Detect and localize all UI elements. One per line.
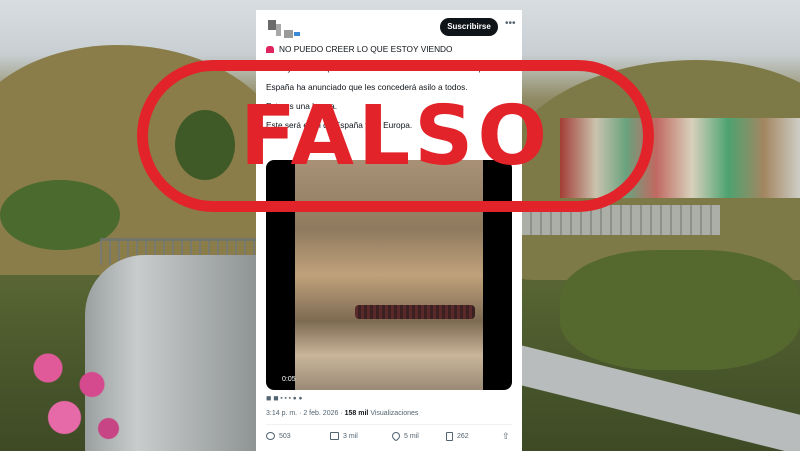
post-timestamp[interactable]: 3:14 p. m. · 2 feb. 2026 · xyxy=(266,410,343,417)
subscribe-button[interactable]: Suscribirse xyxy=(440,18,498,36)
like-count: 5 mil xyxy=(404,432,419,440)
falso-stamp-text: FALSO xyxy=(239,88,552,184)
emoji-reactions: ◼ ◼ ▪ ▪ ▪ ● ● xyxy=(266,395,303,402)
post-line-headline: NO PUEDO CREER LO QUE ESTOY VIENDO xyxy=(279,44,453,54)
pink-flowers xyxy=(15,335,125,445)
share-button[interactable]: ⇧ xyxy=(502,431,510,441)
avatar[interactable] xyxy=(268,18,302,40)
action-bar: 503 3 mil 5 mil 262 ⇧ xyxy=(266,430,512,444)
crowd-on-road xyxy=(355,305,475,319)
like-button[interactable]: 5 mil xyxy=(390,430,419,442)
more-icon[interactable]: ••• xyxy=(505,18,516,29)
repost-count: 3 mil xyxy=(343,432,358,440)
divider xyxy=(266,424,512,425)
views-count: 158 mil xyxy=(344,410,369,417)
reply-icon xyxy=(266,432,275,440)
siren-icon xyxy=(266,46,274,53)
repost-icon xyxy=(330,432,339,440)
bookmark-button[interactable]: 262 xyxy=(446,432,469,441)
reply-button[interactable]: 503 xyxy=(266,432,291,440)
reply-count: 503 xyxy=(279,432,291,440)
views-label: Visualizaciones xyxy=(370,410,419,417)
like-icon xyxy=(390,430,402,442)
bushes-right xyxy=(560,250,800,370)
share-icon: ⇧ xyxy=(502,431,510,441)
bookmark-icon xyxy=(446,432,453,441)
bookmark-count: 262 xyxy=(457,433,469,440)
video-duration: 0:05 xyxy=(282,376,296,383)
post-meta: 3:14 p. m. · 2 feb. 2026 · 158 mil Visua… xyxy=(266,410,418,417)
repost-button[interactable]: 3 mil xyxy=(330,432,358,440)
